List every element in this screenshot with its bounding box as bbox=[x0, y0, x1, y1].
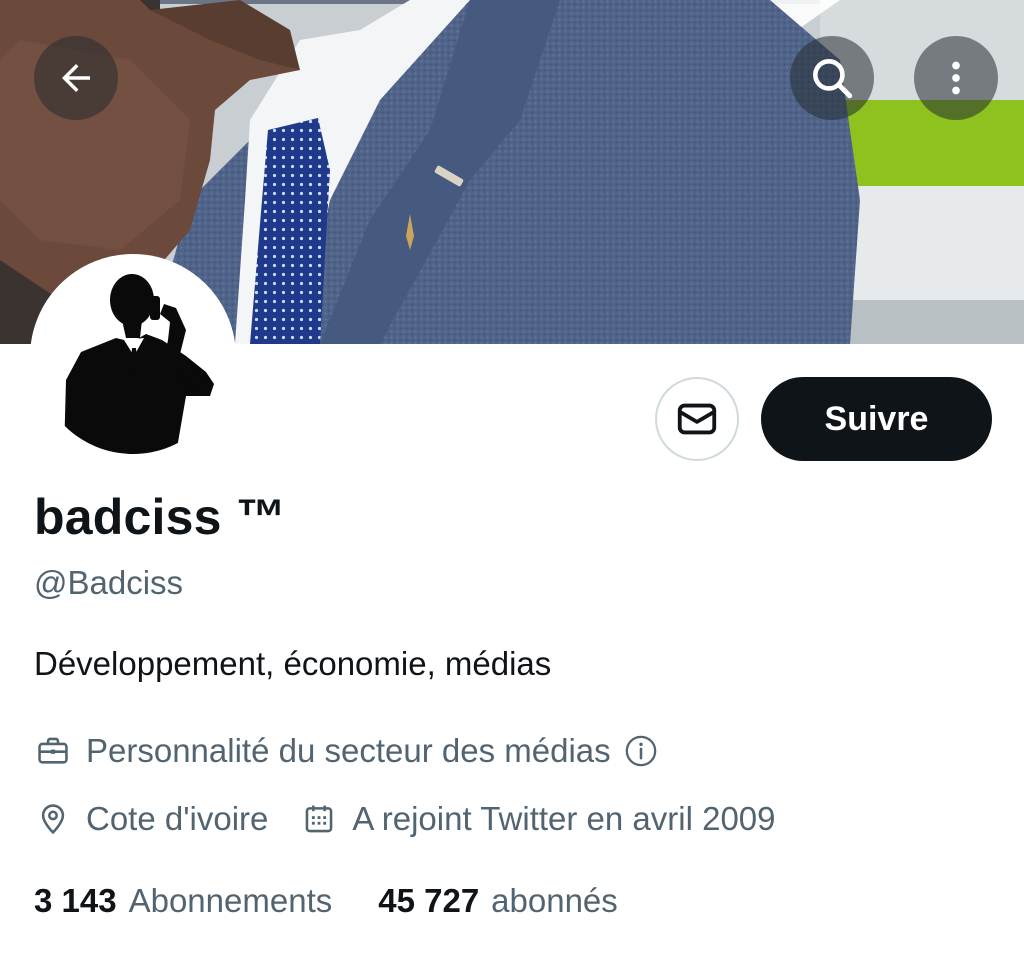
briefcase-icon bbox=[34, 732, 72, 770]
search-button[interactable] bbox=[790, 36, 874, 120]
following-link[interactable]: 3 143 Abonnements bbox=[34, 882, 332, 920]
location-pin-icon bbox=[34, 800, 72, 838]
user-handle: @Badciss bbox=[34, 564, 184, 601]
more-vertical-icon bbox=[952, 61, 960, 95]
following-label: Abonnements bbox=[128, 882, 333, 919]
profile-location: Cote d'ivoire bbox=[34, 800, 268, 838]
profile-meta-row: Cote d'ivoire A rejoint Twitter en avril… bbox=[34, 800, 776, 838]
profile-bio: Développement, économie, médias bbox=[34, 645, 552, 682]
message-button[interactable] bbox=[655, 377, 739, 461]
info-icon[interactable] bbox=[623, 733, 659, 769]
follow-stats: 3 143 Abonnements 45 727 abonnés bbox=[34, 882, 618, 920]
profile-join-date: A rejoint Twitter en avril 2009 bbox=[300, 800, 776, 838]
following-count: 3 143 bbox=[34, 882, 117, 919]
followers-link[interactable]: 45 727 abonnés bbox=[378, 882, 618, 920]
profile-category-row: Personnalité du secteur des médias bbox=[34, 732, 659, 770]
more-options-button[interactable] bbox=[914, 36, 998, 120]
arrow-left-icon bbox=[62, 64, 90, 92]
profile-avatar[interactable] bbox=[30, 254, 236, 460]
display-name: badciss ™ bbox=[34, 489, 286, 545]
envelope-icon bbox=[677, 403, 717, 435]
followers-count: 45 727 bbox=[378, 882, 480, 919]
follow-button[interactable]: Suivre bbox=[761, 377, 992, 461]
calendar-icon bbox=[300, 800, 338, 838]
avatar-silhouette-image bbox=[36, 260, 230, 454]
profile-join-date-label: A rejoint Twitter en avril 2009 bbox=[352, 800, 776, 837]
search-icon bbox=[813, 59, 853, 99]
profile-location-label: Cote d'ivoire bbox=[86, 800, 269, 837]
profile-page: Suivre badciss ™ @Badciss Développement,… bbox=[0, 0, 1024, 958]
followers-label: abonnés bbox=[491, 882, 618, 919]
profile-category: Personnalité du secteur des médias bbox=[34, 732, 659, 770]
back-button[interactable] bbox=[34, 36, 118, 120]
profile-category-label: Personnalité du secteur des médias bbox=[86, 732, 611, 769]
